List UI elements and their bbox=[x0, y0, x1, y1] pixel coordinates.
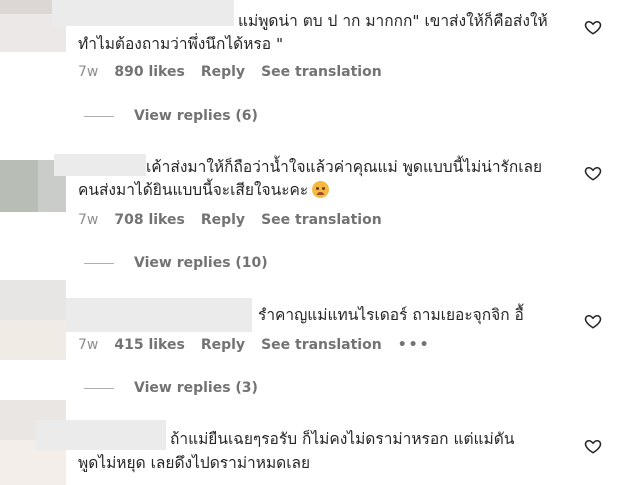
view-replies-button[interactable]: View replies (6) bbox=[84, 108, 258, 124]
see-translation-button[interactable]: See translation bbox=[261, 337, 382, 353]
heart-outline-icon[interactable] bbox=[584, 437, 602, 455]
comment-text: แม่พูดน่า ตบ ป าก มากกก" เขาส่งให้ก็คือส… bbox=[238, 12, 548, 30]
comment-meta: 7w 708 likes Reply See translation bbox=[78, 212, 398, 228]
view-replies-button[interactable]: View replies (3) bbox=[84, 380, 258, 396]
comment-text: ถ้าแม่ยืนเฉยๆรอรับ ก็ไม่คงไม่ดราม่าหรอก … bbox=[170, 430, 515, 448]
comment-text: เค้าส่งมาให้ก็ถือว่าน้ำใจแล้วค่าคุณแม่ พ… bbox=[146, 158, 543, 176]
pleading-face-emoji bbox=[312, 181, 330, 198]
likes-count[interactable]: 708 likes bbox=[114, 212, 184, 228]
see-translation-button[interactable]: See translation bbox=[261, 212, 382, 228]
more-horizontal-icon[interactable]: ••• bbox=[398, 337, 431, 353]
comment-4: ถ้าแม่ยืนเฉยๆรอรับ ก็ไม่คงไม่ดราม่าหรอก … bbox=[0, 400, 618, 485]
view-replies-label: View replies (10) bbox=[134, 255, 268, 271]
reply-button[interactable]: Reply bbox=[201, 212, 245, 228]
replies-divider bbox=[84, 387, 114, 389]
username-redacted[interactable] bbox=[36, 420, 166, 450]
see-translation-button[interactable]: See translation bbox=[261, 64, 382, 80]
username-redacted[interactable] bbox=[52, 0, 234, 26]
heart-outline-icon[interactable] bbox=[584, 18, 602, 36]
comment-text-line-2: ทำไมต้องถามว่าพึ่งนึกได้หรอ " bbox=[78, 35, 284, 53]
view-replies-button[interactable]: View replies (10) bbox=[84, 255, 268, 271]
comment-meta: 7w 415 likes Reply See translation ••• bbox=[78, 337, 447, 353]
username-redacted[interactable] bbox=[54, 154, 146, 176]
comment-text: รำคาญแม่แทนไรเดอร์ ถามเยอะจุกจิก อื้ bbox=[258, 306, 524, 324]
comment-time: 7w bbox=[78, 337, 99, 353]
view-replies-label: View replies (3) bbox=[134, 380, 258, 396]
comment-meta: 7w 890 likes Reply See translation bbox=[78, 64, 398, 80]
replies-divider bbox=[84, 115, 114, 117]
likes-count[interactable]: 890 likes bbox=[114, 64, 184, 80]
replies-divider bbox=[84, 262, 114, 264]
comment-2: เค้าส่งมาให้ก็ถือว่าน้ำใจแล้วค่าคุณแม่ พ… bbox=[0, 130, 618, 280]
comment-time: 7w bbox=[78, 212, 99, 228]
heart-outline-icon[interactable] bbox=[584, 312, 602, 330]
heart-outline-icon[interactable] bbox=[584, 164, 602, 182]
comment-1: แม่พูดน่า ตบ ป าก มากกก" เขาส่งให้ก็คือส… bbox=[0, 0, 618, 130]
comment-text-line-2: พูดไม่หยุด เลยดึงไปดราม่าหมดเลย bbox=[78, 454, 311, 472]
reply-button[interactable]: Reply bbox=[201, 337, 245, 353]
reply-button[interactable]: Reply bbox=[201, 64, 245, 80]
view-replies-label: View replies (6) bbox=[134, 108, 258, 124]
comment-time: 7w bbox=[78, 64, 99, 80]
likes-count[interactable]: 415 likes bbox=[114, 337, 184, 353]
comment-text-line-2: คนส่งมาได้ยินแบบนี้จะเสียใจนะคะ bbox=[78, 179, 330, 202]
avatar[interactable] bbox=[0, 280, 66, 360]
comment-3: รำคาญแม่แทนไรเดอร์ ถามเยอะจุกจิก อื้ 7w … bbox=[0, 280, 618, 400]
username-redacted[interactable] bbox=[66, 298, 252, 332]
